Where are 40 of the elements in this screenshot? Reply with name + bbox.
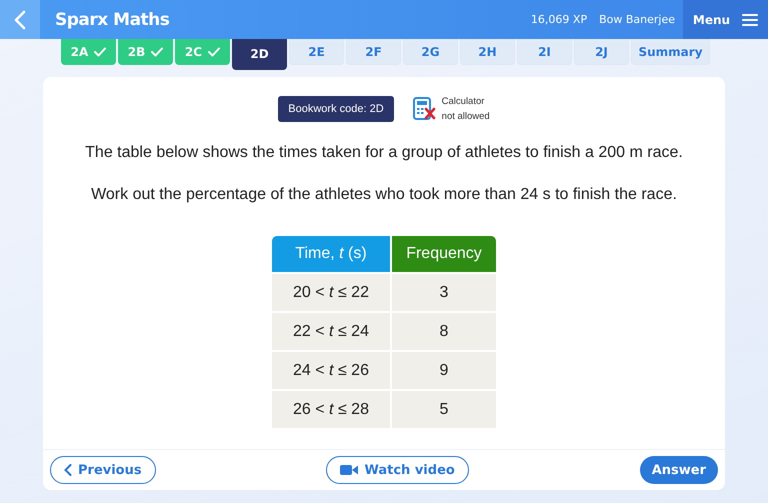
task-tab[interactable]: 2B bbox=[118, 39, 173, 65]
check-icon bbox=[208, 46, 220, 56]
table-cell: 5 bbox=[392, 391, 496, 428]
video-camera-icon bbox=[340, 464, 358, 476]
table-cell: 20 < t ≤ 22 bbox=[272, 274, 390, 311]
xp-count: 16,069 XP bbox=[530, 13, 588, 26]
task-tab[interactable]: 2A bbox=[61, 39, 116, 65]
table-cell: 9 bbox=[392, 352, 496, 389]
task-tab[interactable]: 2E bbox=[289, 39, 344, 65]
question-text: Work out the percentage of the athletes who took more than 24 s to finish the race. bbox=[90, 185, 678, 205]
chevron-left-icon bbox=[64, 464, 72, 476]
table-cell: 3 bbox=[392, 274, 496, 311]
task-tab[interactable]: 2H bbox=[460, 39, 515, 65]
question-text: The table below shows the times taken for a group of athletes to finish a 200 m race. bbox=[84, 143, 684, 163]
app-title: Sparx Maths bbox=[55, 10, 170, 30]
table-cell: 8 bbox=[392, 313, 496, 350]
previous-button[interactable]: Previous bbox=[50, 456, 156, 484]
table-cell: 22 < t ≤ 24 bbox=[272, 313, 390, 350]
table-header: Time, t (s) bbox=[272, 236, 390, 272]
check-icon bbox=[151, 46, 164, 56]
task-tab[interactable]: 2C bbox=[175, 39, 230, 65]
user-name: Bow Banerjee bbox=[599, 13, 675, 26]
task-tab[interactable]: 2J bbox=[574, 39, 629, 65]
task-tab[interactable]: 2G bbox=[403, 39, 458, 65]
calculator-label: Calculator bbox=[442, 95, 486, 109]
menu-icon bbox=[742, 12, 758, 26]
answer-button[interactable]: Answer bbox=[640, 456, 718, 484]
table-cell: 26 < t ≤ 28 bbox=[272, 391, 390, 428]
watch-video-button[interactable]: Watch video bbox=[326, 456, 469, 484]
back-button[interactable] bbox=[0, 0, 40, 39]
task-tab[interactable]: 2I bbox=[517, 39, 572, 65]
calculator-status: not allowed bbox=[442, 110, 490, 124]
task-tab[interactable]: 2F bbox=[346, 39, 401, 65]
menu-button[interactable]: Menu bbox=[683, 0, 768, 39]
table-header: Frequency bbox=[392, 236, 496, 272]
task-tab[interactable]: Summary bbox=[631, 39, 710, 65]
check-icon bbox=[94, 46, 106, 56]
table-cell: 24 < t ≤ 26 bbox=[272, 352, 390, 389]
bookwork-code: Bookwork code: 2D bbox=[278, 96, 394, 122]
task-tab[interactable]: 2D bbox=[232, 39, 287, 70]
